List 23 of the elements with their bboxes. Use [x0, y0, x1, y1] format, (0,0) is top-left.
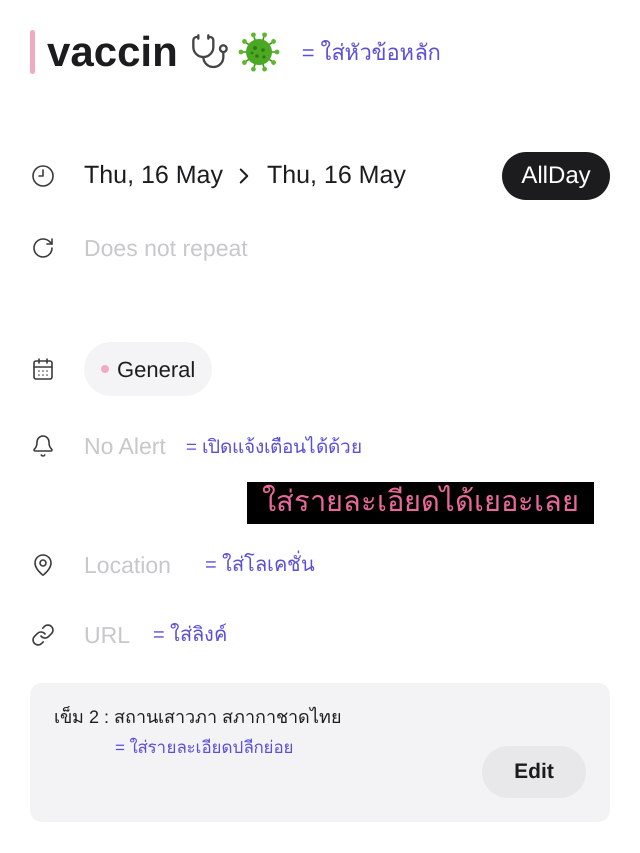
- virus-icon: [238, 31, 280, 73]
- location-pin-icon: [31, 553, 55, 577]
- start-date[interactable]: Thu, 16 May: [84, 157, 223, 195]
- calendar-chip[interactable]: General: [84, 342, 212, 396]
- annotation-text: = ใส่หัวข้อหลัก: [302, 38, 441, 66]
- event-title: vaccin: [47, 31, 178, 73]
- title-accent-bar: [30, 30, 35, 74]
- all-day-toggle[interactable]: AllDay: [502, 152, 610, 200]
- url-field[interactable]: URL: [84, 618, 140, 652]
- annotation-text: = เปิดแจ้งเตือนได้ด้วย: [186, 435, 362, 460]
- caption-banner: ใส่รายละเอียดได้เยอะเลย: [247, 482, 594, 524]
- edit-button[interactable]: Edit: [482, 746, 586, 798]
- end-date[interactable]: Thu, 16 May: [266, 157, 406, 195]
- calendar-icon: [31, 357, 55, 381]
- annotation-text: = ใส่ลิงค์: [153, 622, 228, 648]
- location-field[interactable]: Location: [84, 548, 188, 582]
- clock-icon: [31, 164, 55, 188]
- bell-icon: [31, 434, 55, 458]
- annotation-text: = ใส่โลเคชั่น: [205, 550, 316, 580]
- repeat-icon: [31, 236, 55, 260]
- annotation-text: = ใส่รายละเอียดปลีกย่อย: [115, 736, 295, 759]
- notes-text: เข็ม 2 : สถานเสาวภา สภากาชาดไทย: [54, 705, 342, 729]
- link-icon: [31, 623, 55, 647]
